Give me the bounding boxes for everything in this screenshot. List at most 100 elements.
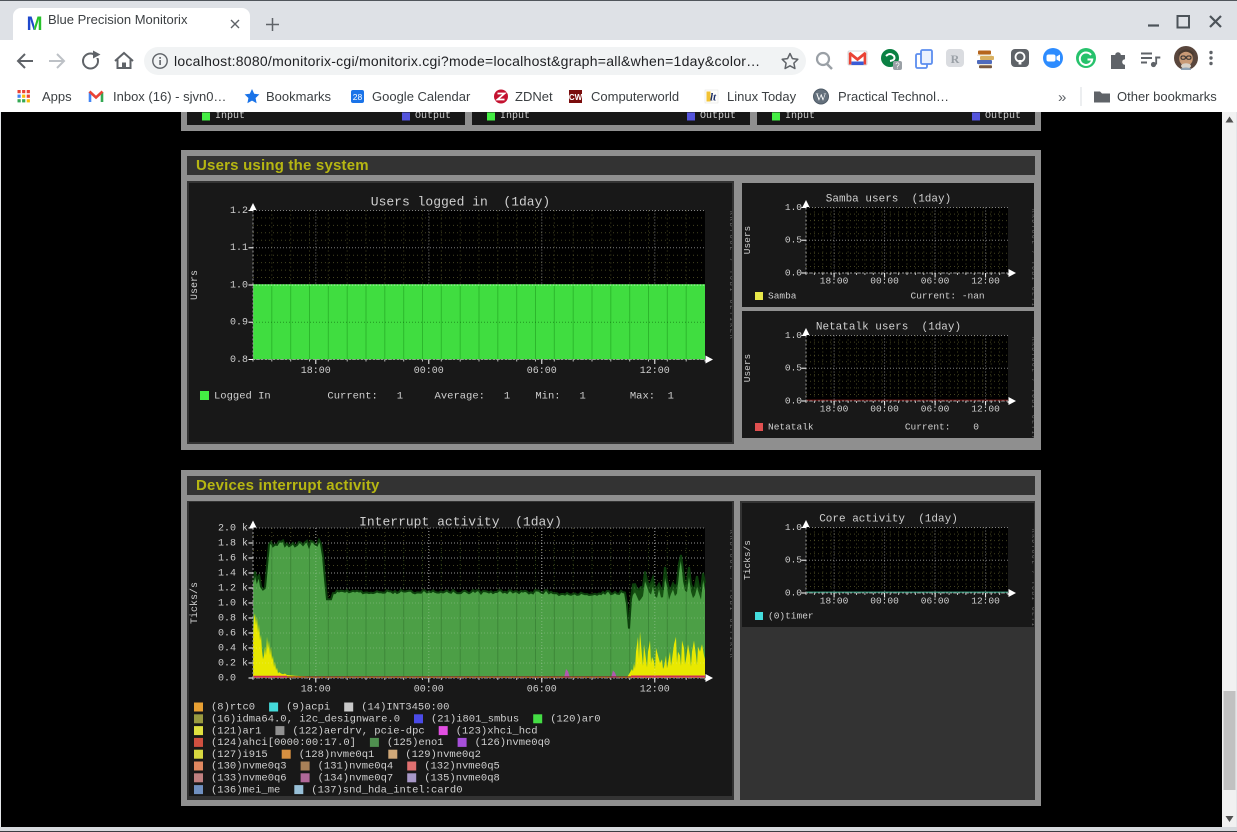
svg-text:(132)nvme0q5: (132)nvme0q5: [424, 761, 500, 773]
svg-text:0.2 k: 0.2 k: [218, 657, 248, 669]
svg-text:0.9: 0.9: [230, 318, 248, 329]
svg-text:Netatalk Curren: Netatalk Current: 0: [768, 421, 979, 432]
svg-text:0.0: 0.0: [218, 673, 236, 684]
svg-text:(9)acpi: (9)acpi: [286, 702, 330, 714]
svg-text:»: »: [1058, 89, 1066, 106]
svg-text:ZDNet: ZDNet: [515, 89, 553, 104]
svg-text:1.2: 1.2: [230, 206, 248, 217]
svg-text:Linux Today: Linux Today: [727, 89, 797, 104]
svg-text:(14)INT3450:00: (14)INT3450:00: [361, 702, 449, 714]
svg-text:1.1: 1.1: [230, 243, 248, 254]
svg-text:Output: Output: [415, 112, 451, 122]
svg-text:(8)rtc0: (8)rtc0: [211, 702, 255, 714]
svg-text:18:00: 18:00: [820, 275, 849, 286]
svg-text:0.5: 0.5: [785, 363, 802, 374]
svg-text:18:00: 18:00: [301, 366, 331, 377]
svg-text:1.2 k: 1.2 k: [218, 582, 248, 594]
svg-text:(126)nvme0q0: (126)nvme0q0: [475, 737, 551, 749]
svg-text:Users: Users: [742, 354, 753, 383]
svg-text:Apps: Apps: [42, 89, 72, 104]
svg-text:Input: Input: [500, 112, 530, 122]
svg-text:18:00: 18:00: [301, 684, 331, 695]
svg-text:(137)snd_hda_intel:card0: (137)snd_hda_intel:card0: [311, 784, 462, 796]
svg-text:(129)nvme0q2: (129)nvme0q2: [405, 749, 481, 761]
svg-text:(121)ar1: (121)ar1: [211, 725, 261, 737]
svg-text:1.6 k: 1.6 k: [218, 552, 248, 564]
svg-text:Logged In Current: 1: Logged In Current: 1 Average: 1 Min: 1 M…: [214, 391, 674, 403]
svg-text:Core activity (1day): Core activity (1day): [819, 514, 958, 526]
svg-text:Interrupt activity (1day): Interrupt activity (1day): [359, 515, 562, 530]
svg-text:?: ?: [895, 62, 900, 71]
svg-text:Inbox (16) - sjvn0…: Inbox (16) - sjvn0…: [113, 89, 226, 104]
svg-text:00:00: 00:00: [870, 275, 899, 286]
svg-text:06:00: 06:00: [921, 595, 950, 606]
svg-text:(125)eno1: (125)eno1: [387, 737, 444, 749]
svg-text:(120)ar0: (120)ar0: [550, 714, 600, 726]
svg-text:06:00: 06:00: [527, 684, 557, 695]
svg-text:28: 28: [353, 92, 363, 102]
svg-text:1.0: 1.0: [785, 202, 802, 213]
svg-text:(128)nvme0q1: (128)nvme0q1: [299, 749, 375, 761]
svg-text:(16)idma64.0, i2c_designware.0: (16)idma64.0, i2c_designware.0: [211, 714, 400, 726]
svg-text:Input: Input: [785, 112, 815, 122]
svg-text:Ticks/s: Ticks/s: [189, 582, 201, 624]
svg-text:Users logged in (1day): Users logged in (1day): [371, 195, 550, 210]
svg-text:Samba Curre: Samba Current: -nan: [768, 290, 985, 301]
svg-text:18:00: 18:00: [820, 403, 849, 414]
svg-text:RRDTOOL / TOBI OETIKER: RRDTOOL / TOBI OETIKER: [1030, 337, 1034, 438]
svg-text:1.8 k: 1.8 k: [218, 537, 248, 549]
svg-text:(123)xhci_hcd: (123)xhci_hcd: [456, 725, 538, 737]
svg-text:0.6 k: 0.6 k: [218, 627, 248, 639]
svg-text:00:00: 00:00: [870, 403, 899, 414]
svg-text:Output: Output: [700, 112, 736, 122]
svg-text:R: R: [951, 52, 960, 66]
svg-text:(124)ahci[0000:00:17.0]: (124)ahci[0000:00:17.0]: [211, 737, 356, 749]
svg-text:lt: lt: [710, 92, 717, 104]
svg-text:(133)nvme0q6: (133)nvme0q6: [211, 773, 287, 785]
svg-text:Input: Input: [215, 112, 245, 122]
svg-text:Google Calendar: Google Calendar: [372, 89, 471, 104]
svg-text:RRDTOOL / TOBI OETIKER: RRDTOOL / TOBI OETIKER: [1030, 529, 1034, 627]
svg-text:1.0: 1.0: [785, 330, 802, 341]
svg-text:RRDTOOL / TOBI OETIKER: RRDTOOL / TOBI OETIKER: [1030, 209, 1034, 307]
svg-text:12:00: 12:00: [640, 684, 670, 695]
svg-text:12:00: 12:00: [971, 595, 1000, 606]
svg-text:12:00: 12:00: [971, 275, 1000, 286]
svg-text:(21)i801_smbus: (21)i801_smbus: [431, 714, 519, 726]
svg-text:0.5: 0.5: [785, 235, 802, 246]
svg-text:Samba users (1day): Samba users (1day): [826, 194, 951, 206]
svg-text:RRDTOOL / TOBI OETIKER: RRDTOOL / TOBI OETIKER: [728, 530, 732, 660]
svg-text:(127)i915: (127)i915: [211, 749, 268, 761]
svg-text:0.8: 0.8: [230, 355, 248, 366]
svg-text:(0)timer: (0)timer: [768, 610, 814, 621]
svg-text:1.0: 1.0: [230, 280, 248, 291]
svg-text:CW: CW: [569, 93, 583, 102]
svg-text:06:00: 06:00: [527, 366, 557, 377]
svg-text:0.5: 0.5: [785, 555, 802, 566]
svg-text:1.0: 1.0: [785, 522, 802, 533]
svg-text:Computerworld: Computerworld: [591, 89, 679, 104]
svg-text:(122)aerdrv, pcie-dpc: (122)aerdrv, pcie-dpc: [292, 725, 424, 737]
svg-text:12:00: 12:00: [971, 403, 1000, 414]
svg-text:(130)nvme0q3: (130)nvme0q3: [211, 761, 287, 773]
svg-text:Output: Output: [985, 112, 1021, 122]
svg-text:(135)nvme0q8: (135)nvme0q8: [424, 773, 500, 785]
svg-text:1.0 k: 1.0 k: [218, 597, 248, 609]
svg-text:Practical Technol…: Practical Technol…: [838, 89, 949, 104]
svg-text:0.0: 0.0: [785, 587, 802, 598]
svg-text:1.4 k: 1.4 k: [218, 567, 248, 579]
svg-text:0.8 k: 0.8 k: [218, 612, 248, 624]
svg-text:Users: Users: [190, 270, 201, 300]
svg-text:Bookmarks: Bookmarks: [266, 89, 332, 104]
svg-text:RRDTOOL / TOBI OETIKER: RRDTOOL / TOBI OETIKER: [728, 211, 732, 341]
svg-text:Other bookmarks: Other bookmarks: [1117, 89, 1217, 104]
svg-text:2.0 k: 2.0 k: [218, 522, 248, 534]
svg-text:12:00: 12:00: [640, 366, 670, 377]
svg-text:00:00: 00:00: [414, 684, 444, 695]
svg-text:06:00: 06:00: [921, 275, 950, 286]
svg-text:(131)nvme0q4: (131)nvme0q4: [318, 761, 394, 773]
svg-text:0.4 k: 0.4 k: [218, 642, 248, 654]
svg-text:(136)mei_me: (136)mei_me: [211, 784, 280, 796]
svg-text:0.0: 0.0: [785, 395, 802, 406]
svg-text:0.0: 0.0: [785, 267, 802, 278]
